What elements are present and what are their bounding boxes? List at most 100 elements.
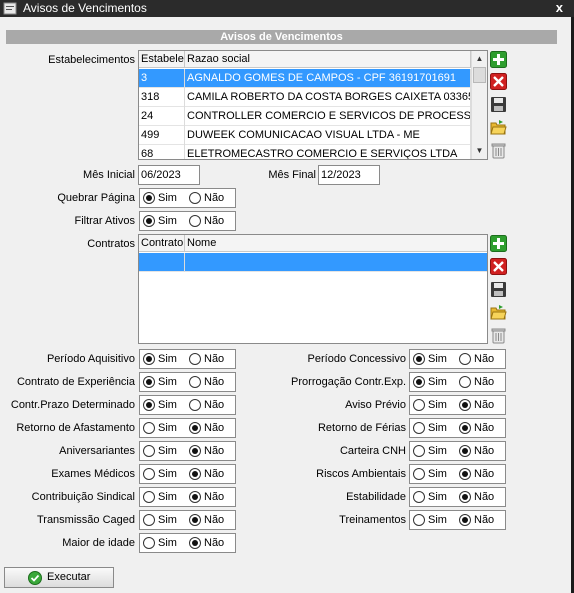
- estabilidade-label: Estabilidade: [346, 491, 406, 503]
- scroll-up-icon[interactable]: ▲: [472, 52, 487, 66]
- scroll-thumb[interactable]: [473, 67, 486, 83]
- open-estabelecimento-button[interactable]: [490, 119, 507, 136]
- prorrogacao-contr-exp-radio-group: Sim Não: [409, 372, 506, 392]
- cell-razao-social: CAMILA ROBERTO DA COSTA BORGES CAIXETA 0…: [185, 88, 471, 107]
- radio-label: Sim: [428, 353, 447, 365]
- maior-de-idade-label: Maior de idade: [62, 537, 135, 549]
- radio-button-icon[interactable]: [189, 399, 201, 411]
- window-app-icon: [3, 2, 17, 15]
- cell-nome: [185, 253, 487, 272]
- radio-button-icon[interactable]: [189, 514, 201, 526]
- mes-final-input[interactable]: 12/2023: [318, 165, 380, 185]
- table-row[interactable]: 3 AGNALDO GOMES DE CAMPOS - CPF 36191701…: [139, 69, 487, 88]
- radio-button-icon[interactable]: [143, 422, 155, 434]
- close-icon[interactable]: x: [556, 0, 563, 15]
- retorno-de-ferias-radio-group: Sim Não: [409, 418, 506, 438]
- vertical-scrollbar[interactable]: ▲ ▼: [471, 51, 487, 159]
- radio-button-icon[interactable]: [189, 445, 201, 457]
- radio-button-icon[interactable]: [413, 353, 425, 365]
- column-header-estabelec[interactable]: Estabelec: [139, 51, 185, 68]
- radio-label: Não: [204, 399, 225, 411]
- radio-button-icon[interactable]: [413, 376, 425, 388]
- radio-button-icon[interactable]: [459, 514, 471, 526]
- contribuicao-sindical-radio-group: Sim Não: [139, 487, 236, 507]
- radio-button-icon[interactable]: [143, 491, 155, 503]
- save-contrato-button[interactable]: [490, 281, 507, 298]
- radio-button-icon[interactable]: [189, 215, 201, 227]
- radio-button-icon[interactable]: [413, 422, 425, 434]
- radio-button-icon[interactable]: [143, 215, 155, 227]
- radio-label: Sim: [158, 422, 177, 434]
- radio-button-icon[interactable]: [459, 445, 471, 457]
- window: Avisos de Vencimentos x Avisos de Vencim…: [0, 0, 574, 593]
- radio-button-icon[interactable]: [143, 192, 155, 204]
- table-row[interactable]: 318 CAMILA ROBERTO DA COSTA BORGES CAIXE…: [139, 88, 487, 107]
- radio-button-icon[interactable]: [143, 537, 155, 549]
- retorno-de-afastamento-label: Retorno de Afastamento: [16, 422, 135, 434]
- quebrar-pagina-radio-group: Sim Não: [139, 188, 236, 208]
- radio-button-icon[interactable]: [189, 491, 201, 503]
- radio-button-icon[interactable]: [143, 353, 155, 365]
- radio-button-icon[interactable]: [189, 376, 201, 388]
- add-estabelecimento-button[interactable]: [490, 51, 507, 68]
- open-contrato-button[interactable]: [490, 304, 507, 321]
- radio-button-icon[interactable]: [459, 422, 471, 434]
- executar-button[interactable]: Executar: [4, 567, 114, 588]
- radio-label: Não: [474, 514, 495, 526]
- radio-button-icon[interactable]: [459, 491, 471, 503]
- add-contrato-button[interactable]: [490, 235, 507, 252]
- add-icon: [490, 235, 507, 252]
- mes-inicial-input[interactable]: 06/2023: [138, 165, 200, 185]
- radio-button-icon[interactable]: [413, 445, 425, 457]
- radio-button-icon[interactable]: [413, 468, 425, 480]
- radio-button-icon[interactable]: [459, 353, 471, 365]
- radio-label: Sim: [158, 376, 177, 388]
- save-estabelecimento-button[interactable]: [490, 96, 507, 113]
- column-header-contrato[interactable]: Contrato: [139, 235, 185, 252]
- save-icon: [491, 282, 506, 297]
- periodo-concessivo-label: Período Concessivo: [307, 353, 406, 365]
- radio-button-icon[interactable]: [189, 192, 201, 204]
- radio-button-icon[interactable]: [143, 376, 155, 388]
- column-header-nome[interactable]: Nome: [185, 235, 487, 252]
- delete-contrato-button[interactable]: [490, 258, 507, 275]
- estabelecimentos-grid[interactable]: Estabelec Razao social 3 AGNALDO GOMES D…: [138, 50, 488, 160]
- aniversariantes-radio-group: Sim Não: [139, 441, 236, 461]
- contratos-grid[interactable]: Contrato Nome: [138, 234, 488, 344]
- periodo-concessivo-radio-group: Sim Não: [409, 349, 506, 369]
- retorno-de-afastamento-radio-group: Sim Não: [139, 418, 236, 438]
- save-icon: [491, 97, 506, 112]
- treinamentos-label: Treinamentos: [339, 514, 406, 526]
- table-row[interactable]: 68 ELETROMECASTRO COMERCIO E SERVIÇOS LT…: [139, 145, 487, 159]
- radio-button-icon[interactable]: [459, 468, 471, 480]
- radio-button-icon[interactable]: [143, 399, 155, 411]
- trash-estabelecimento-button[interactable]: [490, 142, 507, 159]
- delete-estabelecimento-button[interactable]: [490, 73, 507, 90]
- radio-button-icon[interactable]: [143, 514, 155, 526]
- radio-label: Sim: [158, 445, 177, 457]
- radio-label: Não: [474, 353, 495, 365]
- radio-label: Sim: [158, 468, 177, 480]
- radio-button-icon[interactable]: [189, 468, 201, 480]
- radio-label: Sim: [158, 537, 177, 549]
- radio-button-icon[interactable]: [189, 422, 201, 434]
- cell-razao-social: ELETROMECASTRO COMERCIO E SERVIÇOS LTDA: [185, 145, 471, 159]
- radio-button-icon[interactable]: [413, 491, 425, 503]
- radio-button-icon[interactable]: [189, 353, 201, 365]
- trash-contrato-button[interactable]: [490, 327, 507, 344]
- column-header-razao-social[interactable]: Razao social: [185, 51, 471, 68]
- radio-button-icon[interactable]: [143, 468, 155, 480]
- table-row[interactable]: 24 CONTROLLER COMERCIO E SERVICOS DE PRO…: [139, 107, 487, 126]
- table-row[interactable]: [139, 253, 487, 272]
- table-row[interactable]: 499 DUWEEK COMUNICACAO VISUAL LTDA - ME: [139, 126, 487, 145]
- periodo-aquisitivo-radio-group: Sim Não: [139, 349, 236, 369]
- aviso-previo-label: Aviso Prévio: [345, 399, 406, 411]
- radio-button-icon[interactable]: [189, 537, 201, 549]
- radio-button-icon[interactable]: [413, 399, 425, 411]
- scroll-down-icon[interactable]: ▼: [472, 144, 487, 158]
- radio-button-icon[interactable]: [459, 376, 471, 388]
- radio-button-icon[interactable]: [143, 445, 155, 457]
- riscos-ambientais-radio-group: Sim Não: [409, 464, 506, 484]
- radio-button-icon[interactable]: [413, 514, 425, 526]
- radio-button-icon[interactable]: [459, 399, 471, 411]
